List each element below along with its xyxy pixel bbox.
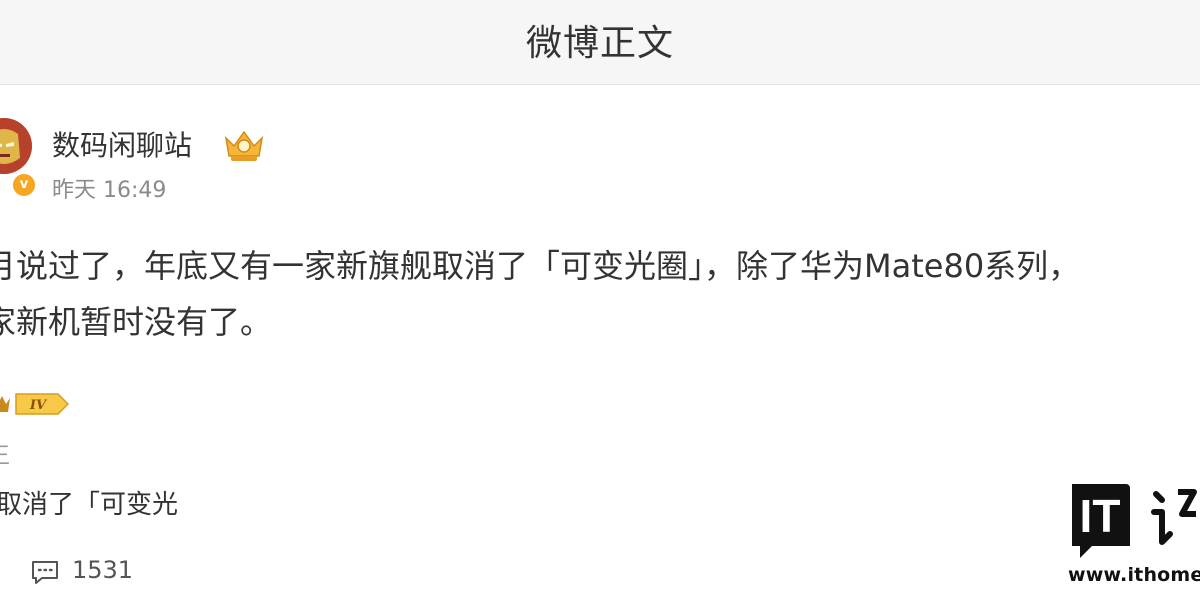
preview-fade — [196, 470, 236, 530]
level-badge-text: IV — [29, 398, 48, 413]
level-badge-icon: IV — [0, 393, 70, 415]
repost-preview-text[interactable]: 取消了「可变光 — [0, 484, 178, 521]
comment-count[interactable]: 1531 — [72, 556, 133, 584]
post-text-line: 月说过了，年底又有一家新旗舰取消了「可变光圈」，除了华为Mate80系列， — [0, 247, 1081, 285]
post-text-line: 家新机暂时没有了。 — [0, 303, 273, 341]
comment-icon[interactable] — [30, 558, 60, 586]
label-fragment: 王 — [0, 438, 10, 470]
post-body: 月说过了，年底又有一家新旗舰取消了「可变光圈」，除了华为Mate80系列， 家新… — [0, 238, 1200, 350]
nav-bar: 微博正文 — [0, 0, 1200, 85]
iron-man-avatar-icon — [0, 118, 32, 174]
crown-badge-icon — [224, 130, 264, 161]
avatar[interactable] — [0, 118, 32, 174]
watermark-logo-text: IT — [1080, 490, 1121, 542]
watermark-site: www.ithome — [1068, 564, 1200, 586]
page-title: 微博正文 — [525, 23, 674, 64]
verified-badge-icon: v — [11, 172, 37, 198]
author-name[interactable]: 数码闲聊站 — [52, 124, 192, 164]
post-time: 昨天 16:49 — [52, 178, 167, 203]
